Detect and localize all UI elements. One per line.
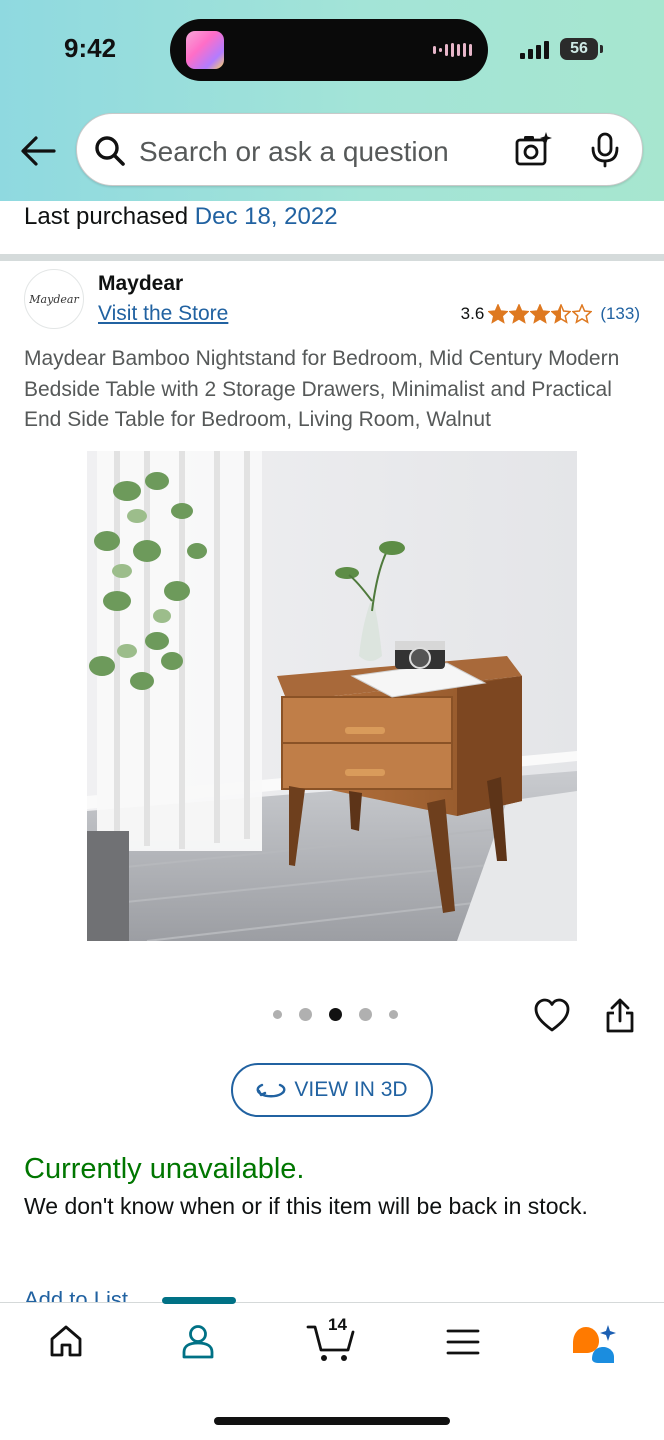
camera-lens-icon[interactable] <box>513 130 553 170</box>
product-title: Maydear Bamboo Nightstand for Bedroom, M… <box>24 347 620 431</box>
last-purchased-info: Last purchased Dec 18, 2022 <box>24 201 338 233</box>
brand-name: Maydear <box>98 272 184 295</box>
audio-wave-icon <box>433 43 472 57</box>
rating-summary[interactable]: 3.6 (133) <box>461 304 640 324</box>
search-bar[interactable]: Search or ask a question <box>76 113 643 186</box>
visit-store-link[interactable]: Visit the Store <box>98 302 228 326</box>
carousel-dot[interactable] <box>299 1008 312 1021</box>
star-icon <box>572 304 593 324</box>
cart-count: 14 <box>328 1315 347 1334</box>
section-divider <box>0 254 664 261</box>
dynamic-island <box>170 19 488 81</box>
home-indicator <box>214 1417 450 1425</box>
availability-status: Currently unavailable. <box>24 1153 305 1185</box>
battery-indicator: 56 <box>560 38 598 60</box>
heart-icon[interactable] <box>533 997 571 1033</box>
carousel-dot[interactable] <box>389 1010 398 1019</box>
rufus-assistant-icon <box>573 1325 616 1363</box>
carousel-dot[interactable] <box>359 1008 372 1021</box>
bottom-navigation: 14 <box>0 1297 664 1440</box>
nav-assistant[interactable] <box>570 1323 618 1370</box>
carousel-dot-active[interactable] <box>329 1008 342 1021</box>
availability-note: We don't know when or if this item will … <box>24 1193 588 1219</box>
star-rating <box>488 304 593 324</box>
product-image[interactable] <box>87 451 577 941</box>
now-playing-app-icon <box>186 31 224 69</box>
home-icon <box>50 1325 82 1357</box>
brand-logo[interactable]: Maydear <box>24 269 84 329</box>
nav-cart[interactable]: 14 <box>306 1315 356 1368</box>
search-icon <box>95 136 125 166</box>
back-arrow-icon[interactable] <box>18 133 58 169</box>
nav-account[interactable] <box>180 1323 216 1364</box>
app-header: 9:42 56 Search or ask a question <box>0 0 664 201</box>
star-icon <box>551 304 572 324</box>
nav-home[interactable] <box>48 1323 84 1364</box>
carousel-dot[interactable] <box>273 1010 282 1019</box>
view-in-3d-label: VIEW IN 3D <box>294 1078 408 1101</box>
image-carousel-dots[interactable] <box>273 1008 398 1021</box>
view-in-3d-button[interactable]: VIEW IN 3D <box>231 1063 433 1117</box>
rotate-3d-icon <box>256 1083 286 1098</box>
star-icon <box>530 304 551 324</box>
status-time: 9:42 <box>64 33 117 63</box>
cellular-signal-icon <box>520 41 549 59</box>
menu-icon <box>446 1329 480 1355</box>
nav-menu[interactable] <box>446 1327 480 1362</box>
star-icon <box>488 304 509 324</box>
battery-tip <box>600 45 603 53</box>
brand-logo-text: Maydear <box>29 292 79 306</box>
active-tab-indicator <box>162 1297 236 1304</box>
last-purchased-label: Last purchased <box>24 203 189 230</box>
share-icon[interactable] <box>604 997 636 1035</box>
rating-value: 3.6 <box>460 304 485 323</box>
search-input[interactable]: Search or ask a question <box>139 136 449 168</box>
last-purchased-date[interactable]: Dec 18, 2022 <box>195 203 338 230</box>
account-icon <box>182 1325 214 1359</box>
review-count[interactable]: (133) <box>600 304 640 324</box>
microphone-icon[interactable] <box>589 132 621 168</box>
star-icon <box>509 304 530 324</box>
